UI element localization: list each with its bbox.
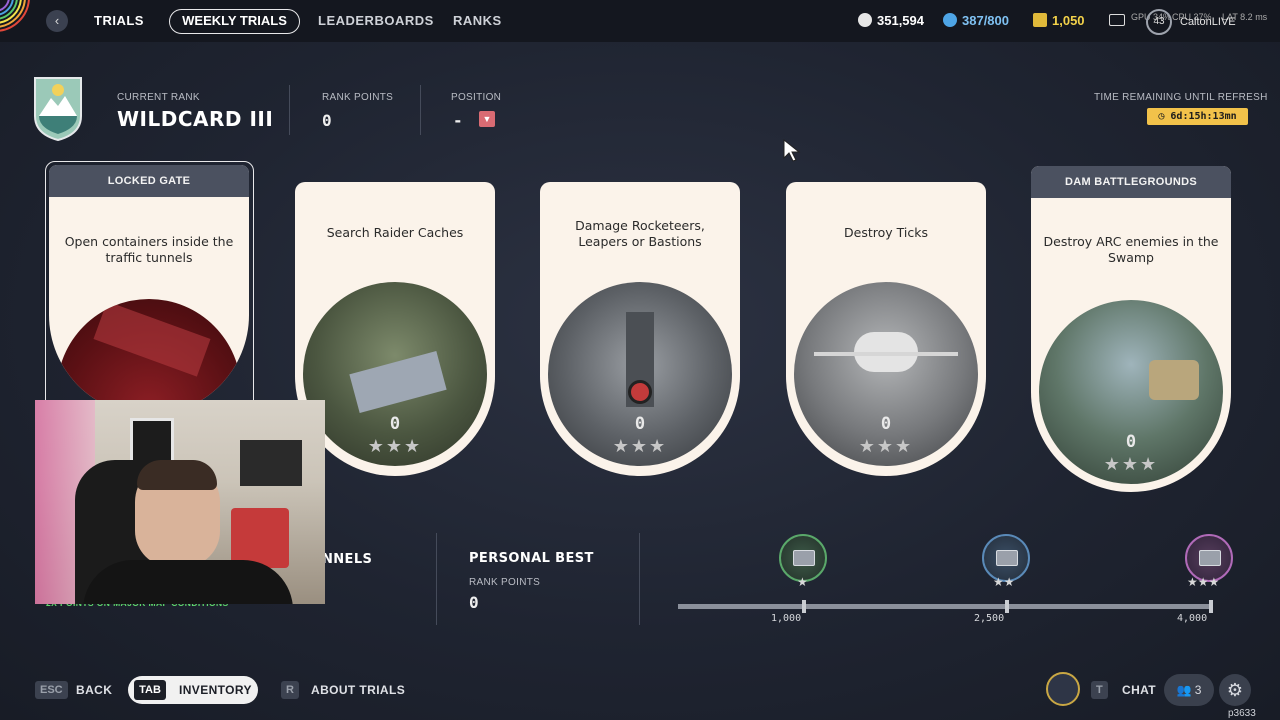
- milestone-2-stars: ★★: [993, 575, 1015, 589]
- divider: [289, 85, 290, 135]
- clock-icon: ◷: [1158, 111, 1171, 122]
- card-score: 0: [1125, 432, 1137, 452]
- milestone-tick: [1005, 600, 1009, 613]
- friends-button[interactable]: 👥 3: [1164, 674, 1214, 706]
- card-stars: ★★★: [858, 436, 914, 456]
- top-nav-bar: ‹ TRIALS WEEKLY TRIALS LEADERBOARDS RANK…: [0, 0, 1280, 42]
- corner-code: p3633: [1228, 708, 1256, 719]
- back-button[interactable]: BACK: [76, 683, 112, 697]
- friends-icon: 👥: [1176, 683, 1192, 697]
- tab-weekly-trials[interactable]: WEEKLY TRIALS: [169, 9, 300, 34]
- trial-image: 0 ★★★: [548, 282, 732, 466]
- milestone-2-label: 2,500: [974, 613, 1005, 624]
- mouse-cursor-icon: [783, 139, 801, 162]
- milestone-1-stars: ★: [797, 575, 808, 589]
- card-score: 0: [389, 414, 401, 434]
- card-header: LOCKED GATE: [49, 165, 249, 197]
- friends-count: 3: [1194, 683, 1202, 697]
- card-score: 0: [880, 414, 892, 434]
- milestone-tick: [802, 600, 806, 613]
- milestone-3-stars: ★★★: [1187, 575, 1220, 589]
- r-key: R: [281, 681, 299, 699]
- position-value: -: [453, 111, 463, 130]
- divider: [436, 533, 437, 625]
- chat-button[interactable]: CHAT: [1122, 683, 1156, 697]
- trial-card-3[interactable]: Damage Rocketeers, Leapers or Bastions 0…: [540, 182, 740, 476]
- chevron-left-icon[interactable]: ‹: [46, 10, 68, 32]
- about-trials-button[interactable]: ABOUT TRIALS: [311, 683, 405, 697]
- milestone-3-label: 4,000: [1177, 613, 1208, 624]
- card-score: 0: [634, 414, 646, 434]
- current-rank-name: WILDCARD III: [117, 107, 274, 131]
- trial-card-1[interactable]: LOCKED GATE Open containers inside the t…: [49, 165, 249, 415]
- trial-image: [57, 299, 241, 415]
- player-level-badge: 43: [1146, 9, 1172, 35]
- rank-emblem-icon: [34, 77, 82, 142]
- tokens-stat: 387/800: [943, 13, 1009, 28]
- time-remaining-value: 6d:15h:13mn: [1170, 111, 1237, 122]
- personal-best-points-value: 0: [469, 593, 479, 612]
- card-stars: ★★★: [612, 436, 668, 456]
- token-icon: [943, 13, 957, 27]
- person-hair: [137, 460, 217, 490]
- position-label: POSITION: [451, 92, 502, 103]
- player-avatar-icon[interactable]: [1046, 672, 1080, 706]
- tickets-stat: 1,050: [1033, 13, 1085, 28]
- tickets-value: 1,050: [1052, 13, 1085, 28]
- tokens-value: 387/800: [962, 13, 1009, 28]
- card-title: Damage Rocketeers, Leapers or Bastions: [575, 218, 705, 249]
- esc-key: ESC: [35, 681, 68, 699]
- trial-image: 0 ★★★: [303, 282, 487, 466]
- selected-trial-title: NNELS: [322, 552, 373, 567]
- stream-rainbow-decoration: [0, 0, 40, 42]
- ticket-icon: [1033, 13, 1047, 27]
- divider: [639, 533, 640, 625]
- tab-leaderboards[interactable]: LEADERBOARDS: [318, 13, 434, 28]
- tab-trials[interactable]: TRIALS: [94, 13, 144, 28]
- swamp-structure: [1149, 360, 1199, 400]
- personal-best-title: PERSONAL BEST: [469, 551, 594, 566]
- divider: [420, 85, 421, 135]
- trial-card-5[interactable]: DAM BATTLEGROUNDS Destroy ARC enemies in…: [1031, 166, 1231, 492]
- monitor: [240, 440, 302, 486]
- rank-progress-track: [678, 604, 1212, 609]
- rank-points-label: RANK POINTS: [322, 92, 394, 103]
- tab-key: TAB: [134, 680, 166, 700]
- card-stars: ★★★: [367, 436, 423, 456]
- trial-image: 0 ★★★: [1039, 300, 1223, 484]
- trial-card-4[interactable]: Destroy Ticks 0 ★★★: [786, 182, 986, 476]
- coins-stat: 351,594: [858, 13, 924, 28]
- card-header: DAM BATTLEGROUNDS: [1031, 166, 1231, 198]
- current-rank-label: CURRENT RANK: [117, 92, 200, 103]
- milestone-tick: [1209, 600, 1213, 613]
- card-title: Open containers inside the traffic tunne…: [64, 234, 234, 265]
- person-shirt: [83, 560, 293, 604]
- milestone-1-label: 1,000: [771, 613, 802, 624]
- red-box: [231, 508, 289, 568]
- cache-crate: [349, 351, 447, 413]
- trial-card-2[interactable]: Search Raider Caches 0 ★★★: [295, 182, 495, 476]
- card-title: Destroy Ticks: [844, 225, 928, 240]
- inventory-button[interactable]: TAB INVENTORY: [128, 676, 258, 704]
- rank-points-value: 0: [322, 111, 332, 130]
- webcam-overlay: [35, 400, 325, 604]
- wall-poster: [130, 418, 174, 466]
- card-title: Destroy ARC enemies in the Swamp: [1043, 234, 1219, 265]
- tab-ranks[interactable]: RANKS: [453, 13, 502, 28]
- inventory-label: INVENTORY: [179, 683, 252, 697]
- robot-eye: [628, 380, 652, 404]
- trial-image: 0 ★★★: [794, 282, 978, 466]
- coin-icon: [858, 13, 872, 27]
- time-remaining-label: TIME REMAINING UNTIL REFRESH: [1094, 92, 1268, 103]
- time-remaining-badge: ◷ 6d:15h:13mn: [1147, 108, 1248, 125]
- coins-value: 351,594: [877, 13, 924, 28]
- mail-icon[interactable]: [1109, 14, 1125, 26]
- t-key: T: [1091, 681, 1108, 699]
- gear-icon[interactable]: ⚙: [1219, 674, 1251, 706]
- username[interactable]: CaltonLIVE: [1180, 16, 1236, 28]
- card-stars: ★★★: [1103, 454, 1159, 474]
- card-title: Search Raider Caches: [326, 225, 464, 240]
- chevron-down-icon[interactable]: ▼: [479, 111, 495, 127]
- personal-best-points-label: RANK POINTS: [469, 577, 541, 588]
